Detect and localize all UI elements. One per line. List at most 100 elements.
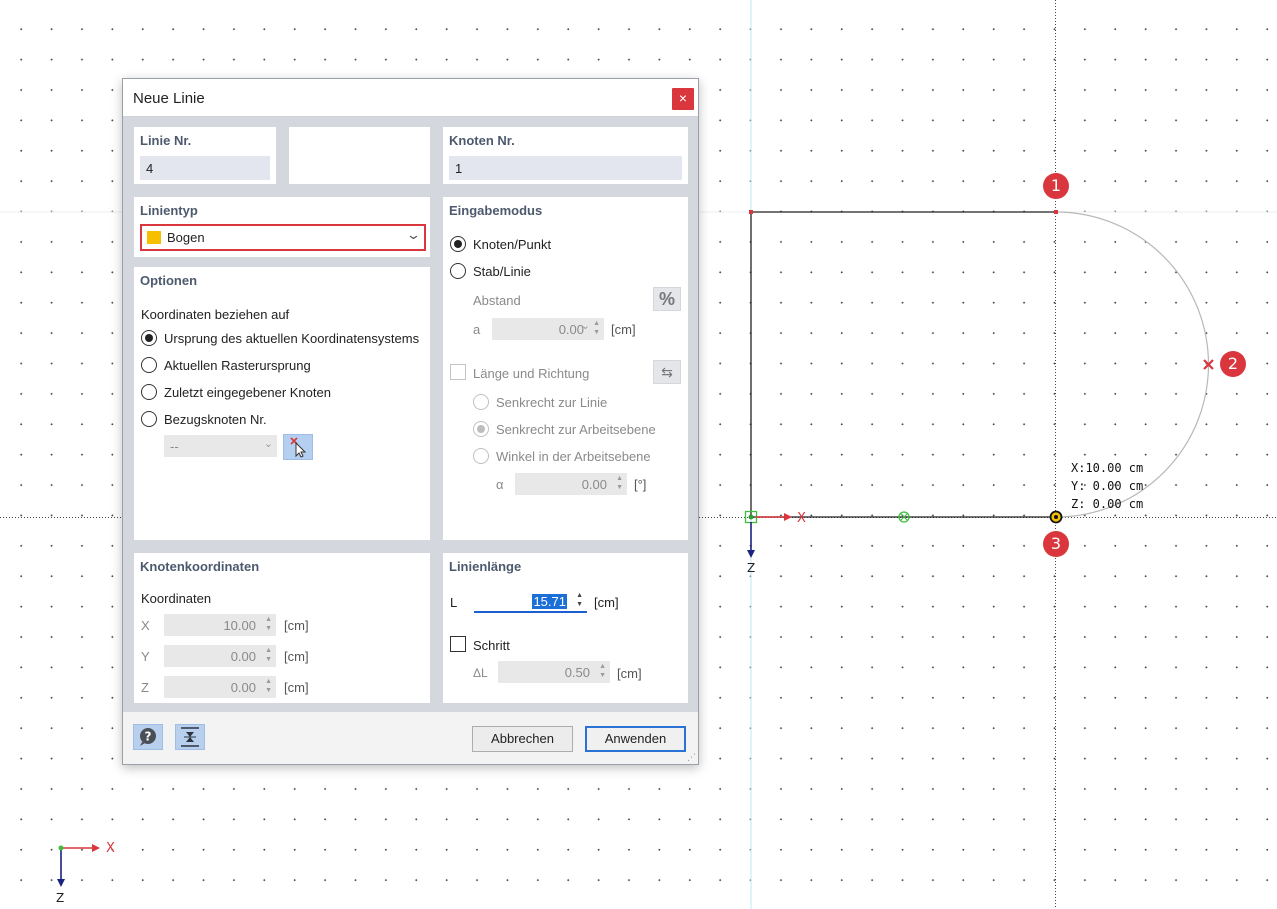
line-type-dropdown[interactable]: Bogen ⌄ — [140, 224, 426, 251]
coord-z: Z: 0.00 cm — [1071, 497, 1144, 511]
length-input[interactable]: 15.71 ▲ ▼ — [474, 590, 587, 613]
radio-perpendicular-workplane-label[interactable]: Senkrecht zur Arbeitsebene — [496, 422, 656, 437]
chevron-down-icon: ⌄ — [263, 438, 273, 450]
reference-node-value: -- — [170, 439, 179, 454]
local-z-arrow-icon — [747, 550, 755, 558]
length-direction-checkbox[interactable] — [450, 364, 466, 380]
input-mode-panel: Eingabemodus Knoten/Punkt Stab/Linie Abs… — [443, 197, 688, 540]
global-x-arrow-icon — [92, 844, 100, 852]
reverse-direction-button[interactable]: ⇆ — [653, 360, 681, 384]
radio-angle-workplane-label[interactable]: Winkel in der Arbeitsebene — [496, 449, 651, 464]
options-title: Optionen — [140, 273, 198, 288]
help-button[interactable]: ? — [133, 724, 163, 750]
radio-member-line[interactable] — [450, 263, 466, 279]
radio-node-point[interactable] — [450, 236, 466, 252]
radio-perpendicular-line-label[interactable]: Senkrecht zur Linie — [496, 395, 607, 410]
coord-z-value: 0.00 — [230, 680, 256, 695]
length-l-label: L — [450, 595, 458, 610]
radio-grid-origin-label[interactable]: Aktuellen Rasterursprung — [164, 358, 311, 373]
step-label[interactable]: Schritt — [473, 638, 510, 653]
dialog-footer: ? Abbrechen Anwenden ⋰ — [123, 712, 698, 764]
coord-x-label: X — [141, 618, 150, 633]
radio-node-point-label[interactable]: Knoten/Punkt — [473, 237, 551, 252]
line-number-field[interactable]: 4 — [140, 156, 270, 180]
coord-z-input[interactable]: 0.00 ▲ ▼ — [164, 676, 276, 698]
resize-grip-icon[interactable]: ⋰ — [687, 753, 696, 762]
step-checkbox[interactable] — [450, 636, 466, 652]
radio-origin-current-cs[interactable] — [141, 330, 157, 346]
dialog-titlebar[interactable]: Neue Linie × — [123, 79, 698, 117]
coord-x-unit: [cm] — [284, 618, 309, 633]
line-length-title: Linienlänge — [449, 559, 522, 574]
length-value: 15.71 — [532, 594, 567, 609]
local-z-label: Z — [747, 561, 755, 575]
spinner-arrows-icon: ▲ ▼ — [616, 475, 623, 491]
line-type-value: Bogen — [167, 230, 205, 245]
marker-2-badge: 2 — [1220, 351, 1246, 377]
node-number-panel: Knoten Nr. 1 — [443, 127, 688, 184]
chevron-down-icon: ⌄ — [580, 320, 590, 332]
alpha-input[interactable]: 0.00 ▲ ▼ — [515, 473, 627, 495]
spinner-arrows-icon: ▲ ▼ — [593, 320, 600, 336]
new-line-dialog: Neue Linie × Linie Nr. 4 Knoten Nr. 1 Li… — [122, 78, 699, 765]
close-button[interactable]: × — [672, 88, 694, 110]
radio-grid-origin[interactable] — [141, 357, 157, 373]
cancel-button[interactable]: Abbrechen — [472, 726, 573, 752]
coord-x-value: 10.00 — [223, 618, 256, 633]
fit-height-icon — [181, 727, 199, 747]
radio-perpendicular-line[interactable] — [473, 394, 489, 410]
radio-origin-current-cs-label[interactable]: Ursprung des aktuellen Koordinatensystem… — [164, 331, 419, 346]
radio-member-line-label[interactable]: Stab/Linie — [473, 264, 531, 279]
node-number-field[interactable]: 1 — [449, 156, 682, 180]
global-z-arrow-icon — [57, 879, 65, 887]
percent-button[interactable]: % — [653, 287, 681, 311]
global-origin — [58, 845, 64, 851]
spinner-arrows-icon: ▲ ▼ — [265, 616, 272, 632]
delta-l-label: ΔL — [473, 666, 488, 680]
options-subtitle: Koordinaten beziehen auf — [141, 307, 290, 322]
pick-node-button[interactable] — [283, 434, 313, 460]
spinner-arrows-icon: ▲ ▼ — [599, 663, 606, 679]
coord-x-input[interactable]: 10.00 ▲ ▼ — [164, 614, 276, 636]
line-number-panel: Linie Nr. 4 — [134, 127, 276, 184]
radio-reference-node-label[interactable]: Bezugsknoten Nr. — [164, 412, 267, 427]
coord-y-input[interactable]: 0.00 ▲ ▼ — [164, 645, 276, 667]
end-node-snap-icon[interactable] — [1049, 510, 1063, 524]
distance-label: Abstand — [473, 293, 521, 308]
spinner-arrows-icon: ▲ ▼ — [576, 592, 583, 608]
input-mode-title: Eingabemodus — [449, 203, 543, 218]
cursor-coordinates-readout: X:10.00 cm Y: 0.00 cm Z: 0.00 cm — [1071, 459, 1143, 513]
dialog-size-button[interactable] — [175, 724, 205, 750]
radio-perpendicular-workplane[interactable] — [473, 421, 489, 437]
a-unit: [cm] — [611, 322, 636, 337]
empty-panel — [289, 127, 430, 184]
help-icon: ? — [140, 728, 156, 746]
radio-last-node[interactable] — [141, 384, 157, 400]
chevron-down-icon: ⌄ — [405, 227, 422, 242]
delta-l-unit: [cm] — [617, 666, 642, 681]
coord-z-unit: [cm] — [284, 680, 309, 695]
node-top-left[interactable] — [749, 210, 753, 214]
alpha-value: 0.00 — [581, 477, 607, 492]
radio-last-node-label[interactable]: Zuletzt eingegebener Knoten — [164, 385, 331, 400]
radio-reference-node[interactable] — [141, 411, 157, 427]
length-direction-label[interactable]: Länge und Richtung — [473, 366, 589, 381]
apply-button[interactable]: Anwenden — [585, 726, 686, 752]
line-number-label: Linie Nr. — [140, 133, 192, 148]
spinner-arrows-icon: ▲ ▼ — [265, 678, 272, 694]
radio-angle-workplane[interactable] — [473, 448, 489, 464]
marker-1-badge: 1 — [1043, 173, 1069, 199]
svg-text:?: ? — [145, 730, 152, 744]
spinner-arrows-icon: ▲ ▼ — [265, 647, 272, 663]
node-coordinates-title: Knotenkoordinaten — [140, 559, 260, 574]
a-input[interactable]: 0.00 ⌄ ▲ ▼ — [492, 318, 604, 340]
global-x-label: X — [106, 841, 115, 856]
delta-l-input[interactable]: 0.50 ▲ ▼ — [498, 661, 610, 683]
coordinates-subtitle: Koordinaten — [141, 591, 212, 606]
line-length-panel: Linienlänge L 15.71 ▲ ▼ [cm] Schritt ΔL 0… — [443, 553, 688, 703]
node-top-right[interactable] — [1054, 210, 1058, 214]
marker-3-badge: 3 — [1043, 531, 1069, 557]
coord-z-label: Z — [141, 680, 149, 695]
reference-node-select[interactable]: -- ⌄ — [164, 435, 277, 457]
node-number-label: Knoten Nr. — [449, 133, 515, 148]
